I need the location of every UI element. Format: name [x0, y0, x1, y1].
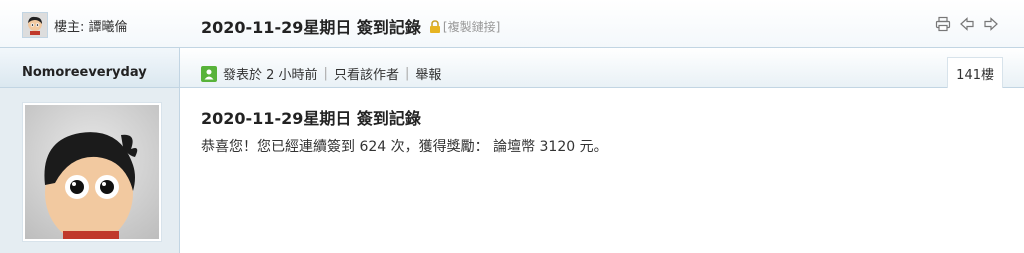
thread-owner[interactable]: 樓主: 譚曦倫 — [22, 12, 128, 38]
arrow-right-icon[interactable] — [982, 15, 1000, 33]
avatar-image — [25, 105, 159, 239]
post-time: 發表於 2 小時前 — [223, 68, 318, 83]
avatar[interactable] — [22, 102, 162, 242]
author-header: Nomoreeveryday — [0, 48, 180, 87]
divider: | — [404, 66, 410, 81]
post-title: 2020-11-29星期日 簽到記錄 — [201, 109, 421, 128]
report-link[interactable]: 舉報 — [415, 64, 441, 83]
owner-avatar[interactable] — [22, 12, 48, 38]
thread-header: 樓主: 譚曦倫 2020-11-29星期日 簽到記錄 [複製鏈接] — [0, 0, 1024, 48]
post-header: Nomoreeveryday 發表於 2 小時前 | 只看該作者 | 舉報 — [0, 48, 1024, 88]
lock-icon — [429, 19, 441, 33]
thread-title-bar: 2020-11-29星期日 簽到記錄 [複製鏈接] — [201, 14, 500, 38]
arrow-left-icon[interactable] — [958, 15, 976, 33]
post-message: 恭喜您！您已經連續簽到 624 次，獲得獎勵： 論壇幣 3120 元。 — [201, 139, 608, 155]
post-meta: 發表於 2 小時前 | 只看該作者 | 舉報 — [201, 64, 441, 83]
floor-number[interactable]: 141樓 — [947, 57, 1003, 88]
owner-label[interactable]: 樓主: 譚曦倫 — [54, 16, 128, 35]
thread-actions — [934, 15, 1000, 33]
online-user-icon — [201, 65, 217, 82]
author-username[interactable]: Nomoreeveryday — [22, 65, 147, 80]
only-author-link[interactable]: 只看該作者 — [334, 64, 399, 83]
divider: | — [323, 66, 328, 81]
copy-link-button[interactable]: [複製鏈接] — [443, 18, 500, 35]
thread-title: 2020-11-29星期日 簽到記錄 — [201, 18, 421, 37]
printer-icon[interactable] — [934, 15, 952, 33]
